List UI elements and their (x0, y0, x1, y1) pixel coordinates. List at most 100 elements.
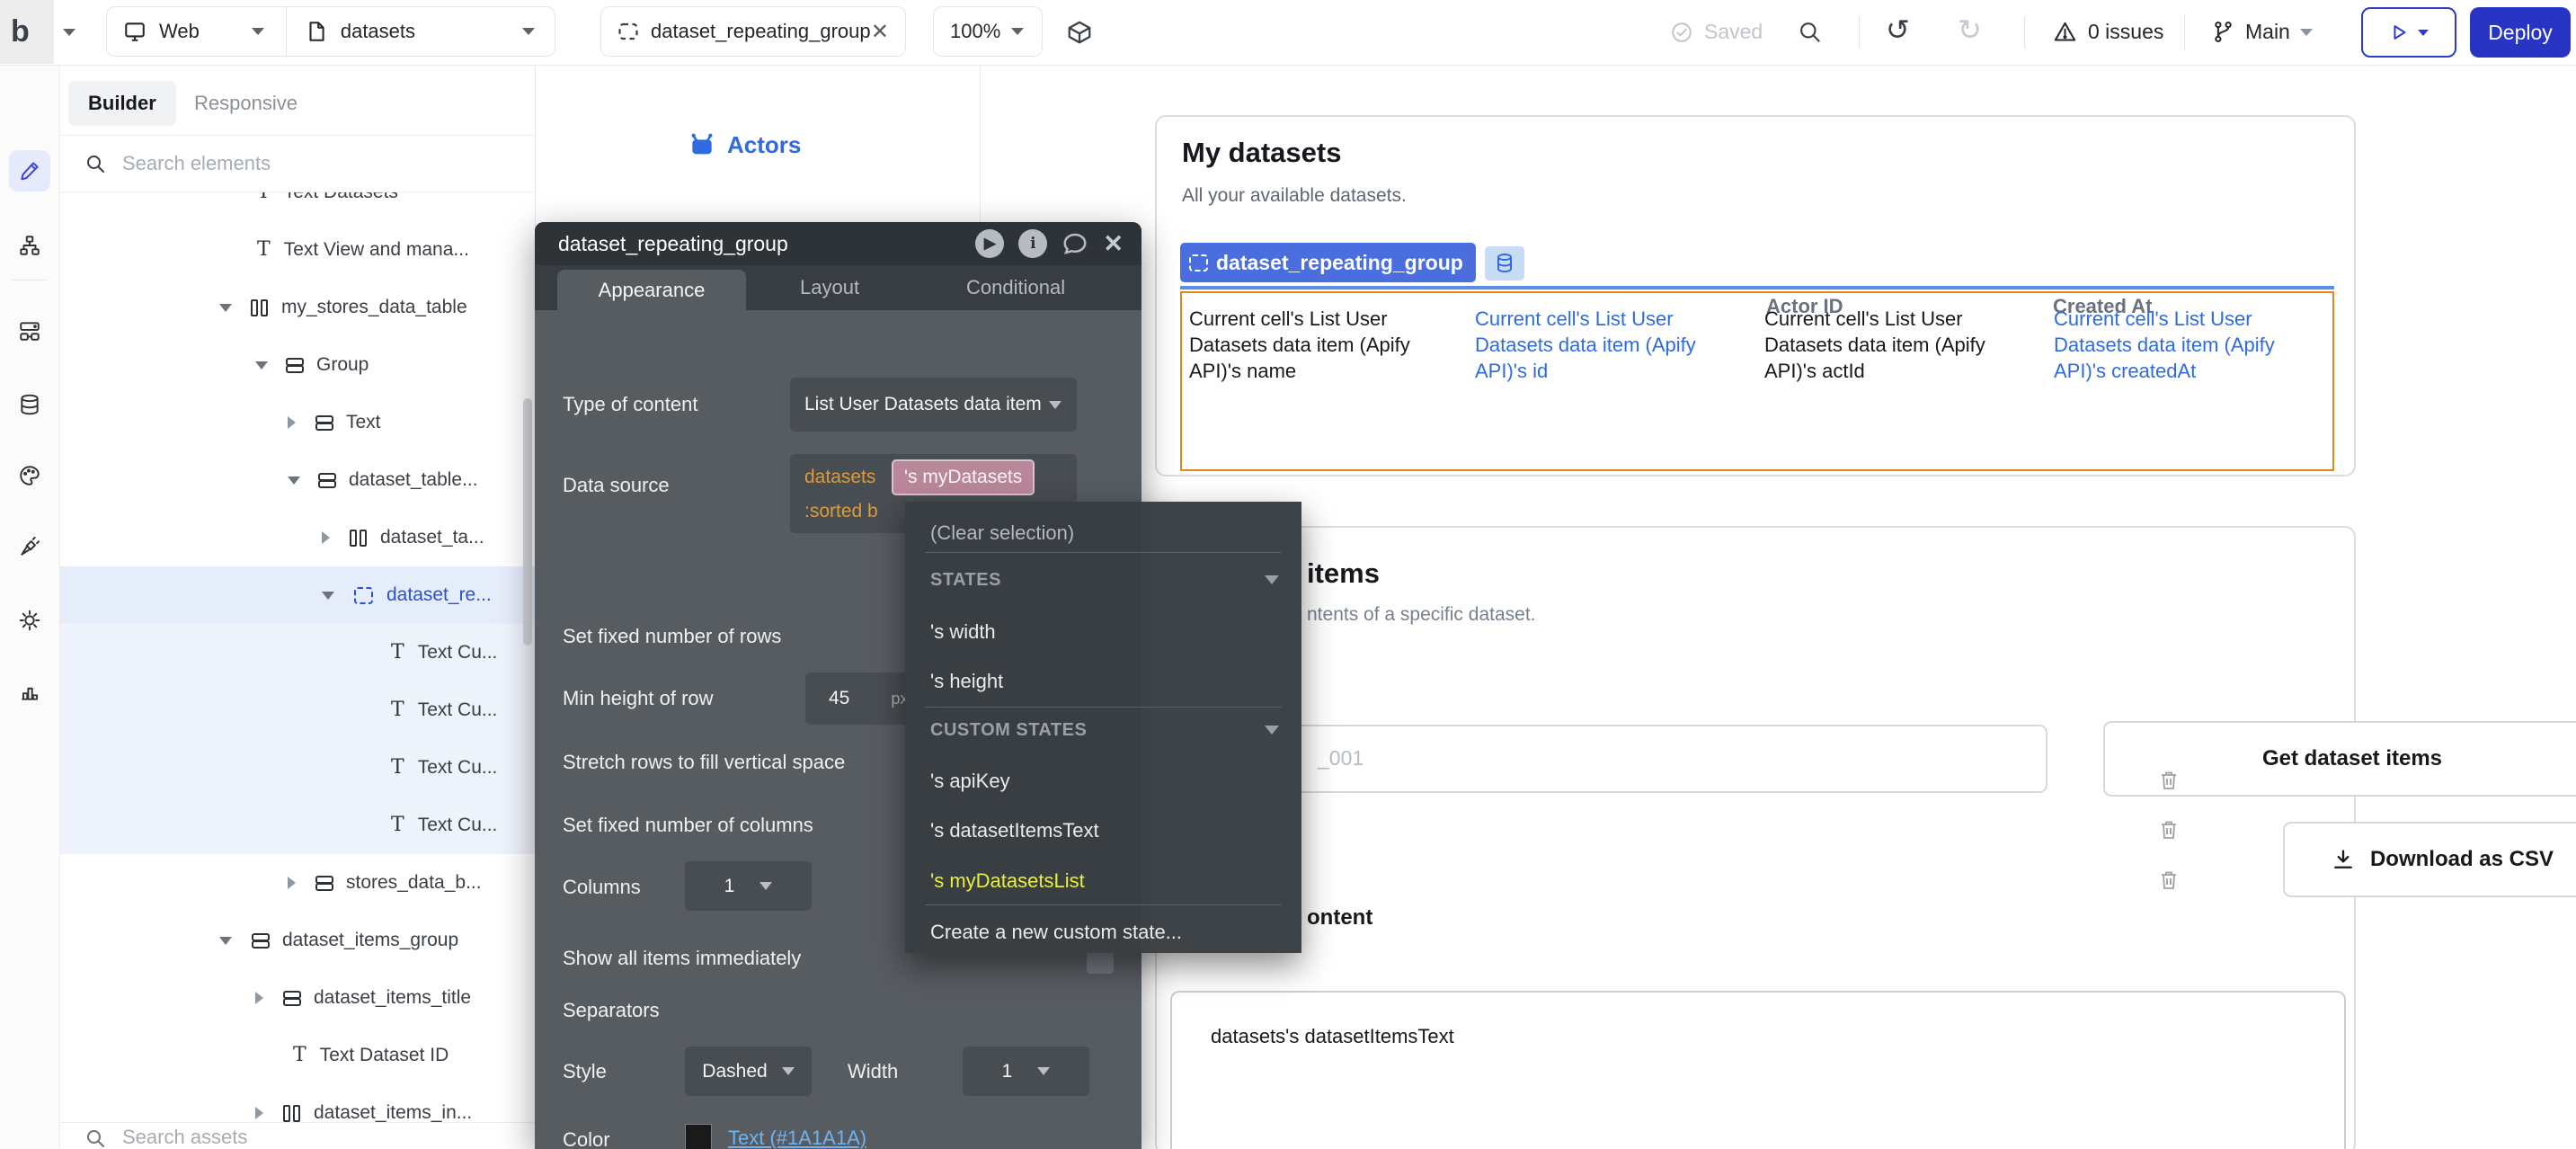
tree-row[interactable]: dataset_items_title (59, 969, 535, 1027)
tree-row[interactable]: Text (59, 394, 535, 451)
caret-down-icon[interactable] (219, 304, 232, 312)
deploy-button[interactable]: Deploy (2470, 7, 2571, 58)
redo-icon[interactable]: ↻ (1958, 13, 1982, 47)
state-option-width[interactable]: 's width (930, 620, 996, 644)
logo-chevron-icon[interactable] (63, 29, 76, 36)
custom-state-mydatasetslist[interactable]: 's myDatasetsList (930, 869, 1085, 893)
caret-right-icon[interactable] (255, 1107, 263, 1119)
zoom-control[interactable]: 100% (933, 6, 1043, 57)
tab-appearance[interactable]: Appearance (557, 270, 746, 310)
custom-states-section-header[interactable]: CUSTOM STATES (930, 720, 1087, 741)
zoom-chevron-icon[interactable] (1011, 28, 1024, 35)
run-icon[interactable]: ▶ (975, 229, 1004, 258)
color-swatch[interactable] (685, 1124, 712, 1149)
database-rail-icon[interactable] (18, 393, 41, 416)
raw-content-box[interactable]: datasets's datasetItemsText (1170, 991, 2346, 1149)
color-value-link[interactable]: Text (#1A1A1A) (728, 1127, 866, 1149)
tree-row[interactable]: T Text Dataset ID (59, 1027, 535, 1084)
caret-right-icon[interactable] (255, 992, 263, 1004)
cell-name[interactable]: Current cell's List User Datasets data i… (1189, 306, 1459, 384)
create-custom-state-option[interactable]: Create a new custom state... (930, 921, 1182, 944)
data-source-label: Data source (563, 474, 670, 497)
nav-item-actors[interactable]: Actors (688, 131, 801, 159)
panel-tab-responsive[interactable]: Responsive (194, 81, 298, 126)
panel-tab-builder[interactable]: Builder (68, 81, 176, 126)
bubble-logo[interactable]: b (11, 0, 30, 64)
custom-state-apikey[interactable]: 's apiKey (930, 770, 1010, 793)
pencil-icon[interactable] (18, 159, 41, 183)
close-icon[interactable]: ✕ (1103, 230, 1124, 258)
tree-row[interactable]: T Text Datasets (59, 192, 535, 221)
states-section-header[interactable]: STATES (930, 570, 1001, 591)
workflow-icon[interactable] (18, 319, 41, 343)
branch-selector[interactable]: Main (2211, 0, 2313, 64)
branch-chevron-icon[interactable] (2300, 29, 2313, 36)
close-tab-icon[interactable]: ✕ (871, 19, 889, 45)
download-csv-button[interactable]: Download as CSV (2283, 822, 2576, 897)
state-option-height[interactable]: 's height (930, 670, 1003, 693)
platform-chevron-icon[interactable] (252, 28, 264, 35)
chart-icon[interactable] (18, 680, 41, 703)
cell-id[interactable]: Current cell's List User Datasets data i… (1475, 306, 1734, 384)
tree-row[interactable]: T Text Cu... (59, 624, 535, 681)
trash-icon[interactable] (2159, 869, 2179, 891)
tree-row[interactable]: Group (59, 336, 535, 394)
caret-down-icon[interactable] (322, 592, 334, 600)
section-chevron-icon[interactable] (1265, 575, 1279, 584)
popup-header[interactable]: dataset_repeating_group ▶ i ✕ (535, 222, 1141, 265)
tree-row[interactable]: dataset_items_in... (59, 1084, 535, 1122)
tree-row[interactable]: T Text View and mana... (59, 221, 535, 279)
style-select[interactable]: Dashed (685, 1047, 812, 1096)
platform-label[interactable]: Web (159, 20, 200, 43)
caret-right-icon[interactable] (288, 416, 296, 429)
palette-icon[interactable] (18, 464, 41, 487)
open-element-tab[interactable]: dataset_repeating_group ✕ (600, 6, 906, 57)
component-cube-icon[interactable] (1066, 19, 1093, 46)
comment-icon[interactable] (1061, 230, 1088, 257)
issues-indicator[interactable]: 0 issues (2053, 0, 2163, 64)
section-chevron-icon[interactable] (1265, 726, 1279, 735)
tree-row-selected[interactable]: dataset_re... (59, 566, 535, 624)
caret-down-icon[interactable] (288, 477, 300, 485)
tree-row[interactable]: my_stores_data_table (59, 279, 535, 336)
tree-row[interactable]: T Text Cu... (59, 739, 535, 797)
search-elements-input[interactable]: Search elements (59, 136, 535, 192)
plugin-icon[interactable] (18, 535, 41, 558)
caret-right-icon[interactable] (322, 531, 330, 544)
caret-down-icon[interactable] (219, 937, 232, 945)
dataset-id-input[interactable]: _001 (1212, 725, 2047, 793)
search-assets-input[interactable]: Search assets (59, 1126, 535, 1149)
page-chevron-icon[interactable] (522, 28, 535, 35)
tree-row[interactable]: T Text Cu... (59, 797, 535, 854)
tree-row[interactable]: dataset_table... (59, 451, 535, 509)
caret-right-icon[interactable] (288, 877, 296, 889)
search-toolbar-icon[interactable] (1798, 20, 1822, 44)
panel-scrollbar[interactable] (523, 398, 532, 646)
expression-selected-token[interactable]: 's myDatasets (892, 459, 1035, 495)
tree-row[interactable]: dataset_ta... (59, 509, 535, 566)
cell-actid[interactable]: Current cell's List User Datasets data i… (1764, 306, 2014, 384)
database-badge[interactable] (1485, 246, 1524, 281)
tab-layout[interactable]: Layout (777, 265, 882, 310)
gear-icon[interactable] (18, 609, 41, 632)
columns-select[interactable]: 1 (685, 861, 812, 911)
trash-icon[interactable] (2159, 770, 2179, 791)
info-icon[interactable]: i (1018, 229, 1047, 258)
tab-conditional[interactable]: Conditional (944, 265, 1088, 310)
text-element-icon: T (391, 815, 404, 835)
preview-button[interactable] (2361, 7, 2456, 58)
tree-row[interactable]: dataset_items_group (59, 912, 535, 969)
selected-element-badge[interactable]: dataset_repeating_group (1180, 243, 1476, 282)
undo-icon[interactable]: ↺ (1886, 13, 1910, 47)
tree-row[interactable]: T Text Cu... (59, 681, 535, 739)
sitemap-icon[interactable] (18, 234, 41, 257)
cell-createdat[interactable]: Current cell's List User Datasets data i… (2054, 306, 2323, 384)
custom-state-datasetitemstext[interactable]: 's datasetItemsText (930, 819, 1099, 842)
page-selector-label[interactable]: datasets (341, 20, 415, 43)
type-of-content-select[interactable]: List User Datasets data item (790, 378, 1077, 432)
tree-row[interactable]: stores_data_b... (59, 854, 535, 912)
width-select[interactable]: 1 (963, 1047, 1089, 1096)
clear-selection-option[interactable]: (Clear selection) (930, 521, 1074, 545)
trash-icon[interactable] (2159, 819, 2179, 841)
caret-down-icon[interactable] (255, 361, 268, 370)
